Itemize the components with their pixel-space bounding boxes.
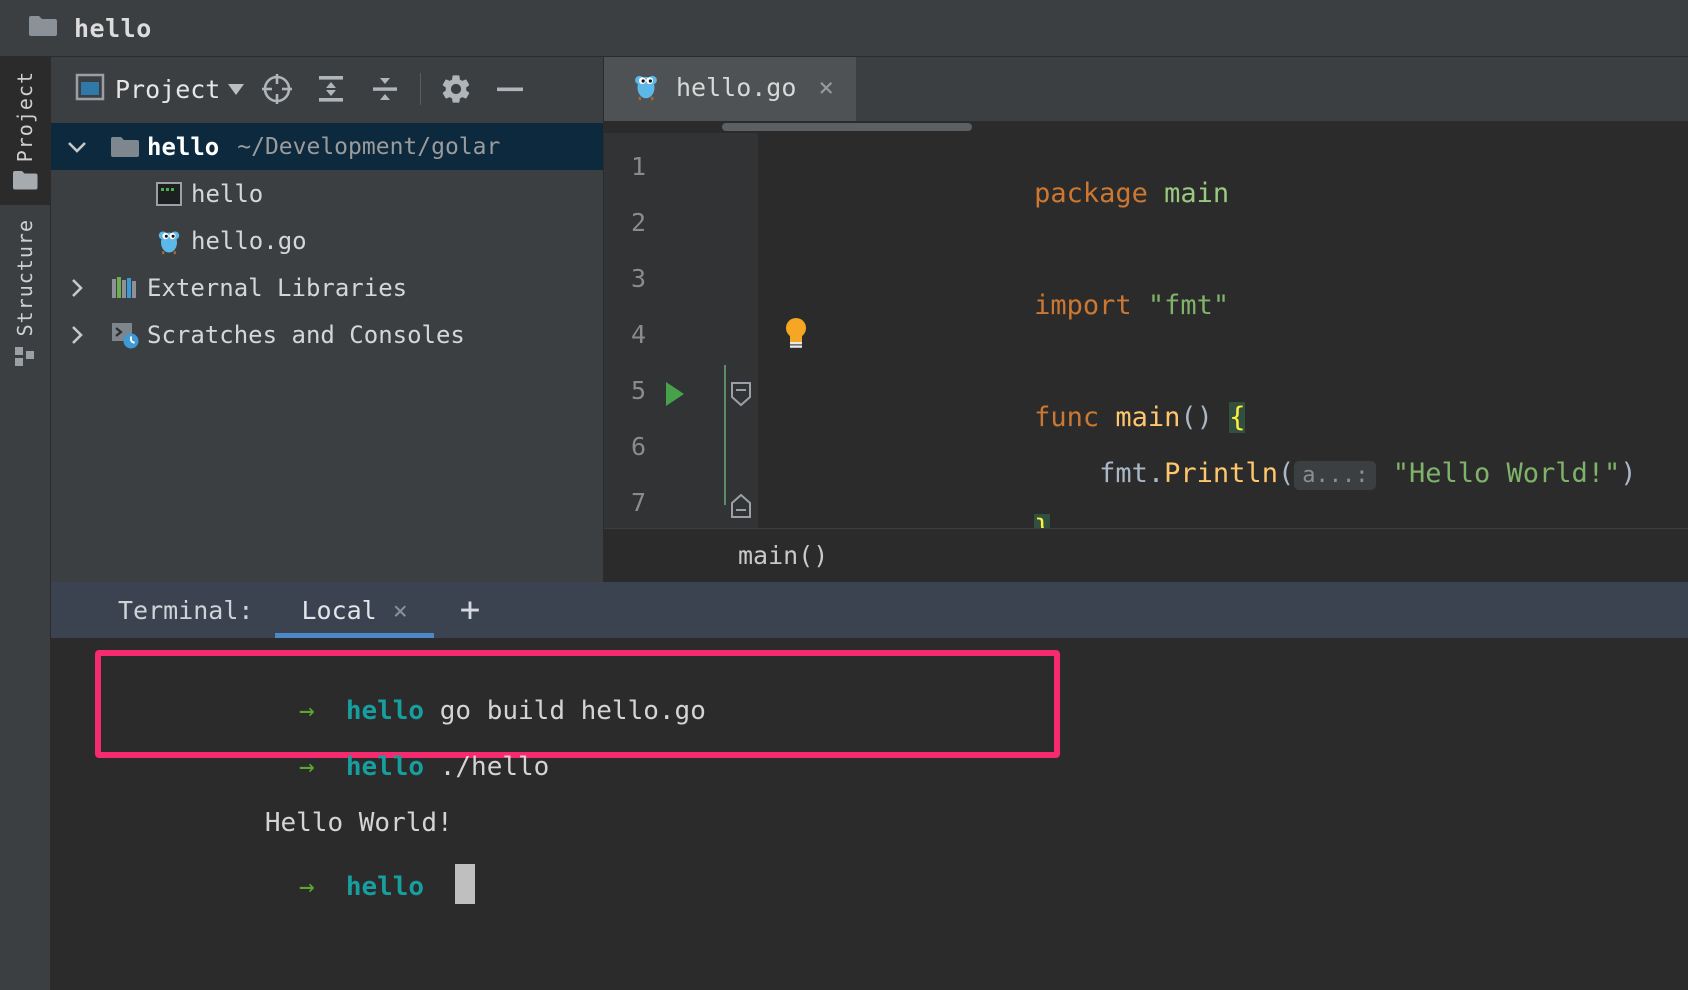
collapse-all-icon[interactable] — [358, 62, 412, 116]
project-tree: hello ~/Development/golar hello hello.go… — [51, 121, 603, 582]
lightbulb-icon[interactable] — [780, 313, 812, 355]
tree-item-label: hello.go — [191, 226, 307, 255]
line-number: 4 — [630, 320, 646, 349]
chevron-right-icon[interactable] — [51, 277, 103, 299]
folder-icon — [12, 170, 38, 195]
terminal-tab-bar: Terminal: Local × + — [51, 582, 1688, 638]
editor-body: 1 2 3 4 5 6 7 package main import "fmt" … — [604, 133, 1688, 528]
code-token: main — [1164, 178, 1230, 209]
code-line-7: } — [774, 483, 1051, 528]
code-token: ) — [1620, 458, 1637, 489]
tree-row[interactable]: hello ~/Development/golar — [51, 123, 603, 170]
terminal-tab-label: Local — [301, 595, 377, 625]
line-number: 1 — [630, 152, 646, 181]
tree-row[interactable]: hello — [51, 170, 603, 217]
code-token: } — [1034, 514, 1051, 528]
toolbar-separator — [420, 73, 422, 105]
line-number: 7 — [630, 488, 646, 517]
tree-row[interactable]: Scratches and Consoles — [51, 311, 603, 358]
terminal-output[interactable]: → hello go build hello.go → hello ./hell… — [51, 638, 1688, 990]
tree-item-path: ~/Development/golar — [237, 133, 501, 160]
editor-fold-column[interactable] — [724, 133, 758, 528]
go-file-icon — [630, 70, 662, 106]
prompt-arrow-icon: → — [298, 872, 315, 902]
run-triangle-icon[interactable] — [662, 380, 688, 412]
code-token: fmt — [1034, 458, 1148, 489]
add-terminal-button[interactable]: + — [434, 593, 506, 627]
code-token: "fmt" — [1147, 290, 1230, 321]
stripe-label-structure: Structure — [13, 219, 37, 337]
code-line-1: package main — [774, 147, 1229, 240]
project-view-icon — [75, 73, 105, 105]
folder-icon — [28, 14, 58, 42]
fold-open-icon[interactable] — [729, 381, 753, 411]
code-token: package — [1034, 178, 1165, 209]
folder-icon — [103, 135, 147, 159]
editor-tab-hello-go[interactable]: hello.go × — [604, 57, 857, 121]
breadcrumb[interactable]: main() — [604, 528, 1688, 582]
code-token: Println — [1164, 458, 1278, 489]
select-opened-file-icon[interactable] — [250, 62, 304, 116]
parameter-hint: a...: — [1294, 461, 1377, 490]
terminal-title: Terminal: — [118, 595, 254, 625]
breadcrumb-label: main() — [738, 541, 829, 570]
gear-icon[interactable] — [429, 62, 483, 116]
terminal-cwd: hello — [345, 872, 425, 902]
editor-area: hello.go × 1 2 3 4 5 6 7 package main im… — [604, 57, 1688, 582]
code-token: ( — [1277, 458, 1295, 489]
hide-icon[interactable] — [483, 62, 537, 116]
code-content[interactable]: package main import "fmt" func main() {… — [758, 133, 1688, 528]
line-number: 5 — [630, 376, 646, 405]
line-number: 2 — [630, 208, 646, 237]
libraries-icon — [103, 275, 147, 301]
editor-horizontal-scrollbar[interactable] — [604, 121, 1688, 133]
binary-file-icon — [147, 180, 191, 208]
close-icon[interactable]: × — [818, 73, 834, 103]
terminal-line: → hello — [111, 834, 476, 934]
code-line-3: import "fmt" — [774, 259, 1229, 352]
workspace: Project Structure Project hello ~/Develo… — [0, 57, 1688, 990]
fold-close-icon[interactable] — [729, 493, 753, 523]
stripe-label-project: Project — [13, 71, 37, 163]
main-column: Project hello ~/Development/golar hello … — [51, 57, 1688, 990]
tree-item-label: hello — [191, 179, 264, 208]
tree-item-label: hello — [147, 132, 220, 161]
terminal-cursor — [455, 864, 476, 904]
editor-gutter[interactable]: 1 2 3 4 5 6 7 — [604, 133, 724, 528]
project-view-label: Project — [115, 74, 221, 104]
line-number: 6 — [630, 432, 646, 461]
scrollbar-thumb[interactable] — [722, 123, 972, 131]
project-tool-window: Project hello ~/Development/golar hello … — [51, 57, 604, 582]
left-tool-stripe: Project Structure — [0, 57, 51, 990]
project-toolbar: Project — [51, 57, 603, 121]
tree-item-label: External Libraries — [147, 273, 408, 302]
close-icon[interactable]: × — [393, 596, 408, 625]
chevron-down-icon — [228, 83, 245, 95]
line-number: 3 — [630, 264, 646, 293]
chevron-right-icon[interactable] — [51, 324, 103, 346]
goland-window: hello Project Structure Project hello ~/… — [0, 0, 1688, 990]
stripe-button-project[interactable]: Project — [0, 57, 51, 206]
chevron-down-icon[interactable] — [51, 140, 103, 154]
editor-tab-label: hello.go — [676, 73, 797, 102]
expand-all-icon[interactable] — [304, 62, 358, 116]
editor-tab-bar: hello.go × — [604, 57, 1688, 121]
tree-item-label: Scratches and Consoles — [147, 320, 465, 349]
scratches-console-icon — [103, 320, 147, 350]
code-token: . — [1147, 458, 1165, 489]
editor-and-project-row: Project hello ~/Development/golar hello … — [51, 57, 1688, 582]
terminal-tool-window: Terminal: Local × + → hello go build hel… — [51, 582, 1688, 990]
structure-grid-icon — [13, 345, 37, 373]
vcs-change-marker — [724, 365, 726, 505]
code-token: "Hello World!" — [1376, 458, 1621, 489]
tree-row[interactable]: External Libraries — [51, 264, 603, 311]
project-view-selector[interactable]: Project — [69, 69, 250, 109]
window-title: hello — [74, 13, 152, 43]
code-token: import — [1034, 290, 1148, 321]
tree-row[interactable]: hello.go — [51, 217, 603, 264]
stripe-button-structure[interactable]: Structure — [0, 205, 51, 382]
go-file-icon — [147, 226, 191, 256]
title-bar: hello — [0, 0, 1688, 57]
terminal-tab-local[interactable]: Local × — [275, 582, 435, 638]
